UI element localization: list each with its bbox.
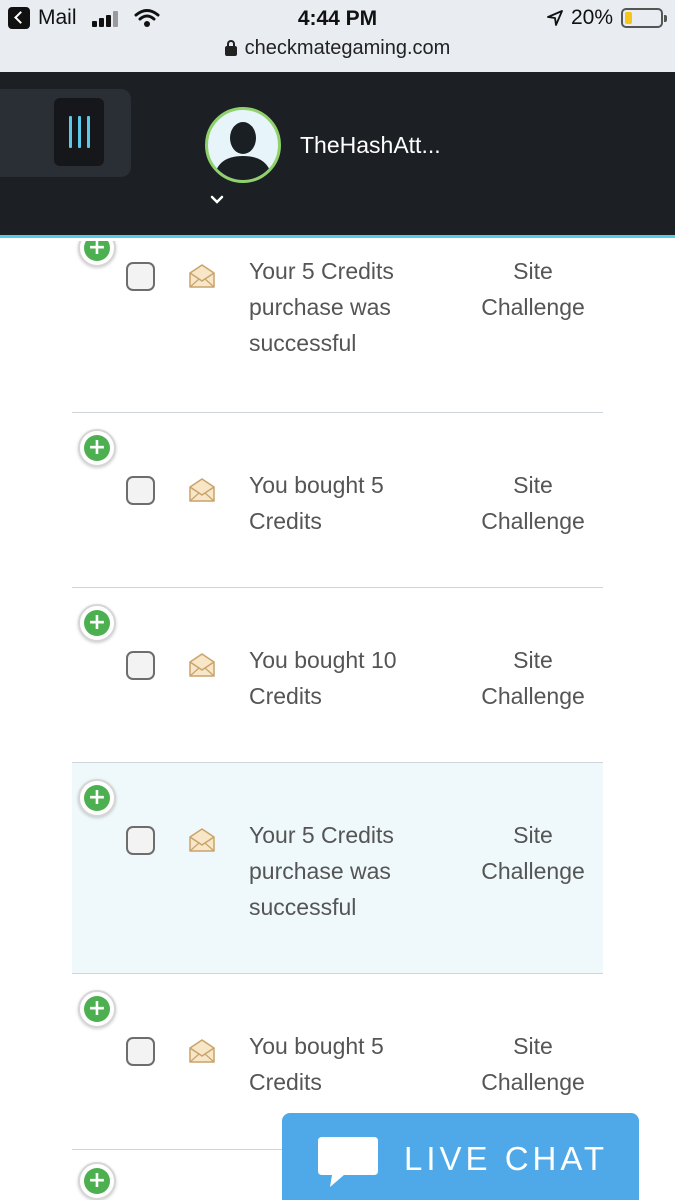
notification-category: Site Challenge [481,647,585,709]
notification-row[interactable]: + Your 5 Credits purchase was successful S… [72,241,603,413]
user-silhouette-icon [214,122,272,180]
notification-row[interactable]: + You bought 5 Credits Site Challenge [72,413,603,588]
plus-icon: + [84,1168,110,1194]
row-select-checkbox[interactable] [126,262,155,291]
open-envelope-icon [188,477,216,503]
battery-icon [621,8,667,28]
plus-icon: + [84,785,110,811]
chevron-down-icon[interactable] [209,194,225,206]
site-header: TheHashAtt... [0,72,675,238]
expand-plus-icon[interactable]: + [78,779,116,817]
notification-message[interactable]: Your 5 Credits purchase was successful [249,817,449,925]
notification-message[interactable]: You bought 10 Credits [249,642,449,714]
row-select-checkbox[interactable] [126,826,155,855]
row-select-checkbox[interactable] [126,476,155,505]
address-bar[interactable]: checkmategaming.com [0,37,675,60]
username[interactable]: TheHashAtt... [300,132,441,159]
notification-list: + Your 5 Credits purchase was successful S… [0,241,675,1200]
battery-level-fill [625,12,632,24]
battery-percent: 20% [570,6,613,29]
notification-message[interactable]: You bought 5 Credits [249,467,449,539]
open-envelope-icon [188,263,216,289]
menu-bars-icon[interactable] [54,98,104,166]
chat-bubble-icon [318,1137,378,1187]
expand-plus-icon[interactable]: + [78,604,116,642]
plus-icon: + [84,435,110,461]
expand-plus-icon[interactable]: + [78,241,116,267]
expand-plus-icon[interactable]: + [78,1162,116,1200]
plus-icon: + [84,996,110,1022]
open-envelope-icon [188,1038,216,1064]
notification-row[interactable]: + Your 5 Credits purchase was successful S… [72,763,603,974]
lock-icon [224,40,237,56]
notification-category: Site Challenge [481,1033,585,1095]
avatar[interactable] [205,107,281,183]
notification-category: Site Challenge [481,472,585,534]
notification-row[interactable]: + You bought 10 Credits Site Challenge [72,588,603,763]
plus-icon: + [84,241,110,261]
notification-message[interactable]: Your 5 Credits purchase was successful [249,253,449,361]
plus-icon: + [84,610,110,636]
location-arrow-icon [547,10,563,26]
live-chat-label[interactable]: LIVE CHAT [404,1140,608,1178]
row-select-checkbox[interactable] [126,651,155,680]
page-url[interactable]: checkmategaming.com [245,37,451,60]
open-envelope-icon [188,827,216,853]
notification-category: Site Challenge [481,822,585,884]
notification-message[interactable]: You bought 5 Credits [249,1028,449,1100]
expand-plus-icon[interactable]: + [78,429,116,467]
row-select-checkbox[interactable] [126,1037,155,1066]
open-envelope-icon [188,652,216,678]
notification-category: Site Challenge [481,258,585,320]
ios-status-bar: Mail 4:44 PM 20% checkmategaming.com [0,0,675,72]
live-chat-button[interactable]: LIVE CHAT [282,1113,639,1200]
expand-plus-icon[interactable]: + [78,990,116,1028]
status-right-group: 20% [547,6,667,30]
